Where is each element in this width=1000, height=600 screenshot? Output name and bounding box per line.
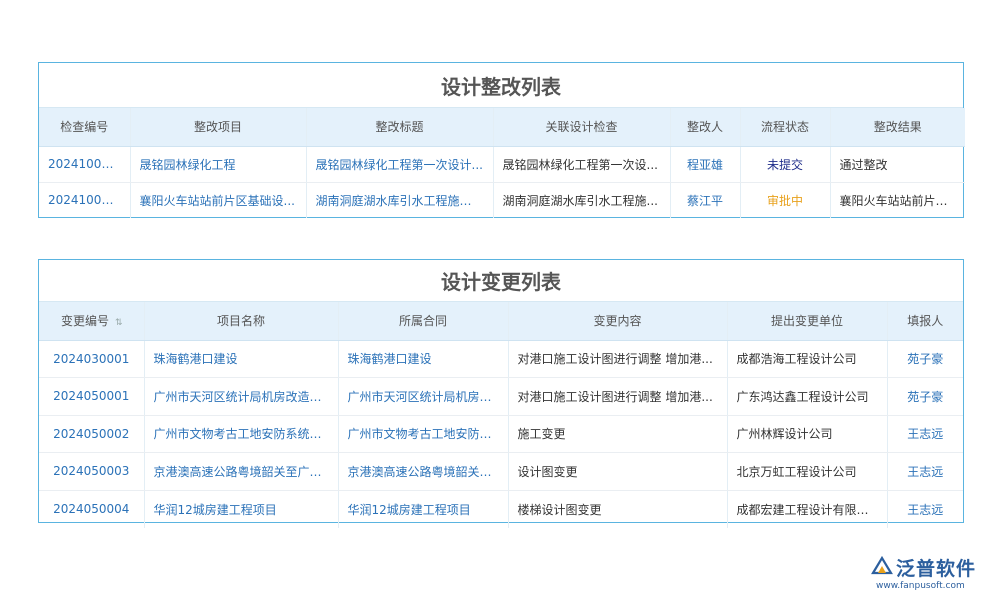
fanpu-logo-icon xyxy=(870,555,894,579)
project-link[interactable]: 京港澳高速公路粤境韶关至广州... xyxy=(144,453,338,491)
change-unit: 广州林辉设计公司 xyxy=(727,415,887,453)
table-header-row: 检查编号 整改项目 整改标题 关联设计检查 整改人 流程状态 整改结果 xyxy=(39,108,965,146)
table-row[interactable]: 2024050001 广州市天河区统计局机房改造项目 广州市天河区统计局机房改.… xyxy=(39,378,963,416)
contract-link[interactable]: 京港澳高速公路粤境韶关至... xyxy=(338,453,508,491)
project-link[interactable]: 广州市天河区统计局机房改造项目 xyxy=(144,378,338,416)
check-id-link[interactable]: 2024100002 xyxy=(39,146,130,182)
table-row[interactable]: 2024030001 珠海鹤港口建设 珠海鹤港口建设 对港口施工设计图进行调整 … xyxy=(39,340,963,378)
project-link[interactable]: 广州市文物考古工地安防系统设... xyxy=(144,415,338,453)
change-unit: 北京万虹工程设计公司 xyxy=(727,453,887,491)
person-link[interactable]: 蔡江平 xyxy=(670,182,740,218)
change-content: 施工变更 xyxy=(508,415,727,453)
reporter-link[interactable]: 王志远 xyxy=(887,415,963,453)
related-check: 晟铭园林绿化工程第一次设... xyxy=(493,146,670,182)
design-change-list-title: 设计变更列表 xyxy=(39,260,963,302)
project-link[interactable]: 襄阳火车站站前片区基础设... xyxy=(130,182,306,218)
change-content: 对港口施工设计图进行调整 增加港... xyxy=(508,378,727,416)
contract-link[interactable]: 广州市文物考古工地安防系... xyxy=(338,415,508,453)
result-cell: 通过整改 xyxy=(830,146,965,182)
table-row[interactable]: 2024100001 襄阳火车站站前片区基础设... 湖南洞庭湖水库引水工程施工… xyxy=(39,182,965,218)
change-id-link[interactable]: 2024050002 xyxy=(39,415,144,453)
status-badge: 审批中 xyxy=(740,182,830,218)
reporter-link[interactable]: 王志远 xyxy=(887,453,963,491)
change-id-link[interactable]: 2024050003 xyxy=(39,453,144,491)
change-unit: 成都浩海工程设计公司 xyxy=(727,340,887,378)
column-header[interactable]: 填报人 xyxy=(887,302,963,340)
contract-link[interactable]: 华润12城房建工程项目 xyxy=(338,490,508,528)
fanpu-logo: 泛普软件 www.fanpusoft.com xyxy=(870,552,990,596)
rectification-table: 检查编号 整改项目 整改标题 关联设计检查 整改人 流程状态 整改结果 2024… xyxy=(39,108,965,218)
column-header[interactable]: 整改结果 xyxy=(830,108,965,146)
design-change-list-panel: 设计变更列表 变更编号⇅ 项目名称 所属合同 变更内容 提出变更单位 填报人 2… xyxy=(38,259,964,523)
table-row[interactable]: 2024050004 华润12城房建工程项目 华润12城房建工程项目 楼梯设计图… xyxy=(39,490,963,528)
title-link[interactable]: 湖南洞庭湖水库引水工程施工I... xyxy=(306,182,493,218)
column-header[interactable]: 项目名称 xyxy=(144,302,338,340)
design-change-table: 变更编号⇅ 项目名称 所属合同 变更内容 提出变更单位 填报人 20240300… xyxy=(39,302,963,528)
change-unit: 广东鸿达鑫工程设计公司 xyxy=(727,378,887,416)
reporter-link[interactable]: 王志远 xyxy=(887,490,963,528)
column-header[interactable]: 关联设计检查 xyxy=(493,108,670,146)
result-cell: 襄阳火车站站前片区... xyxy=(830,182,965,218)
sort-icon[interactable]: ⇅ xyxy=(115,318,122,328)
project-link[interactable]: 珠海鹤港口建设 xyxy=(144,340,338,378)
change-content: 对港口施工设计图进行调整 增加港... xyxy=(508,340,727,378)
logo-url: www.fanpusoft.com xyxy=(876,581,965,591)
reporter-link[interactable]: 苑子豪 xyxy=(887,340,963,378)
change-content: 楼梯设计图变更 xyxy=(508,490,727,528)
related-check: 湖南洞庭湖水库引水工程施... xyxy=(493,182,670,218)
person-link[interactable]: 程亚雄 xyxy=(670,146,740,182)
column-header[interactable]: 检查编号 xyxy=(39,108,130,146)
table-row[interactable]: 2024100002 晟铭园林绿化工程 晟铭园林绿化工程第一次设计... 晟铭园… xyxy=(39,146,965,182)
column-header[interactable]: 提出变更单位 xyxy=(727,302,887,340)
column-header[interactable]: 整改项目 xyxy=(130,108,306,146)
reporter-link[interactable]: 苑子豪 xyxy=(887,378,963,416)
status-badge: 未提交 xyxy=(740,146,830,182)
table-row[interactable]: 2024050002 广州市文物考古工地安防系统设... 广州市文物考古工地安防… xyxy=(39,415,963,453)
change-content: 设计图变更 xyxy=(508,453,727,491)
check-id-link[interactable]: 2024100001 xyxy=(39,182,130,218)
change-id-link[interactable]: 2024030001 xyxy=(39,340,144,378)
title-link[interactable]: 晟铭园林绿化工程第一次设计... xyxy=(306,146,493,182)
table-header-row: 变更编号⇅ 项目名称 所属合同 变更内容 提出变更单位 填报人 xyxy=(39,302,963,340)
column-header[interactable]: 所属合同 xyxy=(338,302,508,340)
contract-link[interactable]: 广州市天河区统计局机房改... xyxy=(338,378,508,416)
change-id-link[interactable]: 2024050004 xyxy=(39,490,144,528)
table-row[interactable]: 2024050003 京港澳高速公路粤境韶关至广州... 京港澳高速公路粤境韶关… xyxy=(39,453,963,491)
rectification-list-title: 设计整改列表 xyxy=(39,63,963,108)
column-header[interactable]: 整改标题 xyxy=(306,108,493,146)
column-header[interactable]: 变更编号⇅ xyxy=(39,302,144,340)
change-id-link[interactable]: 2024050001 xyxy=(39,378,144,416)
contract-link[interactable]: 珠海鹤港口建设 xyxy=(338,340,508,378)
column-header[interactable]: 整改人 xyxy=(670,108,740,146)
change-unit: 成都宏建工程设计有限公司 xyxy=(727,490,887,528)
project-link[interactable]: 晟铭园林绿化工程 xyxy=(130,146,306,182)
column-header[interactable]: 流程状态 xyxy=(740,108,830,146)
rectification-list-panel: 设计整改列表 检查编号 整改项目 整改标题 关联设计检查 整改人 流程状态 整改… xyxy=(38,62,964,218)
project-link[interactable]: 华润12城房建工程项目 xyxy=(144,490,338,528)
column-header[interactable]: 变更内容 xyxy=(508,302,727,340)
logo-name: 泛普软件 xyxy=(896,554,976,581)
